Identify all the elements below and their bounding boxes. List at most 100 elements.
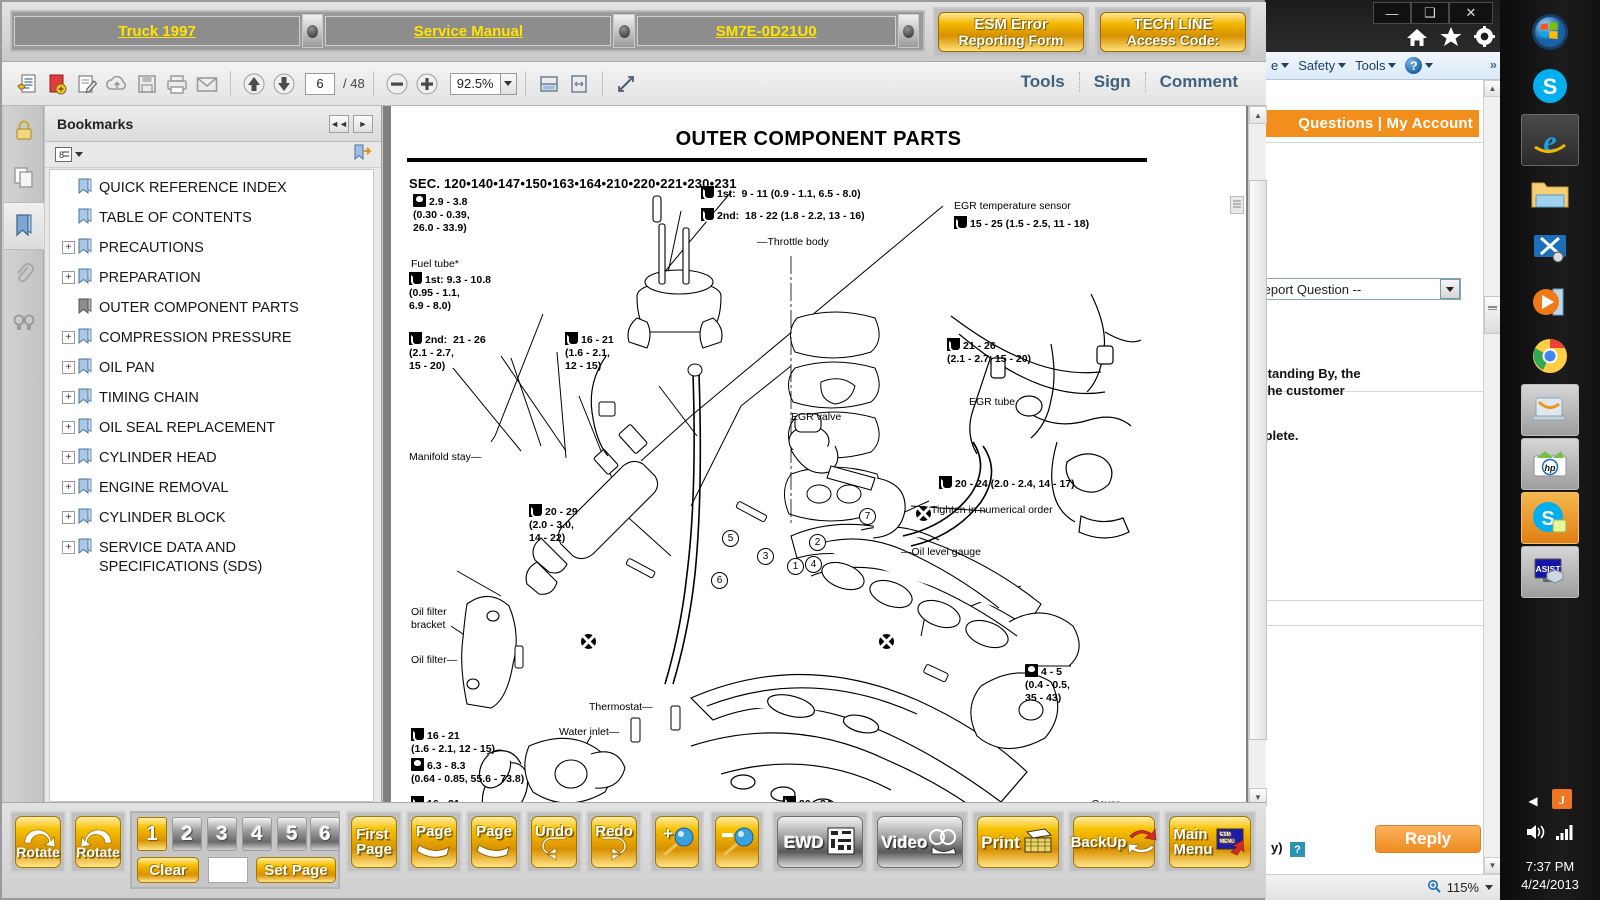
bookmark-item-4[interactable]: OUTER COMPONENT PARTS [50,296,373,326]
page-button-3[interactable]: 3 [207,817,237,851]
show-hidden-icons-icon[interactable]: ◀ [1528,794,1537,808]
scrollbar-thumb[interactable] [1249,180,1267,740]
first-page-button[interactable]: First Page [346,811,402,873]
help-badge[interactable]: ? [1290,842,1305,857]
collapse-all-icon[interactable]: ◄◄ [329,114,349,133]
magnifier-icon[interactable] [1427,879,1441,896]
expand-icon[interactable]: + [62,391,75,404]
signatures-icon[interactable] [4,298,44,346]
breadcrumb-separator-2[interactable] [613,14,635,48]
lock-icon[interactable] [4,106,44,154]
bookmarks-icon[interactable] [4,202,44,250]
java-icon[interactable]: J [1551,789,1572,812]
expand-icon[interactable]: + [62,271,75,284]
hp-support-icon[interactable]: hp [1521,438,1579,490]
sign-button[interactable]: Sign [1080,72,1145,92]
pdf-vertical-scrollbar[interactable]: ▲ ▼ [1248,106,1267,806]
page-button-6[interactable]: 6 [310,817,340,851]
remote-desktop-icon[interactable] [1521,384,1579,436]
favorites-star-icon[interactable] [1440,26,1462,47]
expand-icon[interactable]: ► [353,114,373,133]
page-button-2[interactable]: 2 [172,817,202,851]
bookmark-item-7[interactable]: + TIMING CHAIN [50,386,373,416]
bookmark-item-9[interactable]: + CYLINDER HEAD [50,446,373,476]
close-icon[interactable]: ✕ [1449,2,1493,24]
bookmark-item-0[interactable]: QUICK REFERENCE INDEX [50,176,373,206]
asist-icon[interactable]: ASIST [1521,546,1579,598]
skype-running-icon[interactable]: S [1521,492,1579,544]
bookmark-list[interactable]: QUICK REFERENCE INDEX TABLE OF CONTENTS +… [49,169,374,802]
page-input-field[interactable] [208,857,248,883]
command-bar-item-help[interactable]: ? [1405,57,1434,74]
print-button[interactable]: Print [972,811,1064,873]
undo-button[interactable]: Undo [526,811,582,873]
page-panel-grip[interactable] [1230,196,1244,214]
bookmark-item-12[interactable]: + SERVICE DATA AND SPECIFICATIONS (SDS) [50,536,373,586]
skype-icon[interactable]: S [1521,60,1579,112]
start-orb-icon[interactable] [1521,6,1579,58]
page-button-5[interactable]: 5 [277,817,307,851]
expand-icon[interactable]: + [62,541,75,554]
windows-explorer-icon[interactable] [1521,168,1579,220]
page-thumbnails-icon[interactable] [4,154,44,202]
expand-icon[interactable]: + [62,241,75,254]
chevron-down-icon[interactable] [1440,279,1460,299]
rotate-ccw-button[interactable]: Rotate [10,811,66,873]
network-icon[interactable] [1555,823,1575,844]
bookmark-item-6[interactable]: + OIL PAN [50,356,373,386]
scroll-down-icon[interactable]: ▼ [1484,857,1501,874]
taskbar-clock[interactable]: 7:37 PM 4/24/2013 [1500,858,1600,894]
clear-button[interactable]: Clear [137,857,199,883]
redo-button[interactable]: Redo [586,811,642,873]
attachments-icon[interactable] [4,250,44,298]
command-bar-item-page[interactable]: e [1271,58,1290,73]
open-file-icon[interactable] [12,69,42,99]
page-number-input[interactable]: 6 [305,72,335,95]
breadcrumb-separator-1[interactable] [302,14,324,48]
zoom-level-label[interactable]: 115% [1447,880,1479,895]
save-icon[interactable] [132,69,162,99]
minimize-icon[interactable]: — [1373,2,1411,24]
chevron-down-icon[interactable] [1485,885,1493,890]
email-icon[interactable] [192,69,222,99]
internet-explorer-icon[interactable]: e [1521,114,1579,166]
home-icon[interactable] [1406,27,1428,47]
breadcrumb-separator-3[interactable] [897,14,920,48]
expand-icon[interactable]: + [62,331,75,344]
zoom-in-button[interactable]: + [650,811,704,873]
fullscreen-icon[interactable] [611,69,641,99]
zoom-out-button[interactable] [710,811,764,873]
bookmark-item-8[interactable]: + OIL SEAL REPLACEMENT [50,416,373,446]
expand-icon[interactable]: + [62,451,75,464]
reply-button[interactable]: Reply [1375,825,1481,853]
scroll-up-icon[interactable]: ▲ [1484,80,1501,97]
esm-error-reporting-form-button[interactable]: ESM Error Reporting Form [933,7,1089,57]
page-button-1[interactable]: 1 [137,817,167,851]
comment-button[interactable]: Comment [1146,72,1252,92]
site-nav-bar[interactable]: Questions | My Account [1259,110,1479,137]
prev-page-button[interactable]: Page [406,811,462,873]
tools-button[interactable]: Tools [1007,72,1079,92]
scrollbar-thumb[interactable] [1484,296,1501,334]
windows-media-player-icon[interactable] [1521,276,1579,328]
zoom-in-icon[interactable] [412,69,442,99]
bookmark-item-3[interactable]: + PREPARATION [50,266,373,296]
browser-scrollbar[interactable]: ▲ ▼ [1483,80,1501,874]
tech-line-access-code-button[interactable]: TECH LINE Access Code: [1095,7,1251,57]
volume-icon[interactable] [1525,823,1547,844]
bookmark-item-1[interactable]: TABLE OF CONTENTS [50,206,373,236]
report-question-select[interactable]: -- Report Question -- [1233,278,1461,300]
command-bar-item-safety[interactable]: Safety [1298,58,1347,73]
edit-pdf-icon[interactable] [72,69,102,99]
command-bar-item-tools[interactable]: Tools [1355,58,1397,73]
next-page-button[interactable]: Page [466,811,522,873]
options-menu-icon[interactable]: 8 [55,147,83,162]
bookmark-item-10[interactable]: + ENGINE REMOVAL [50,476,373,506]
zoom-out-icon[interactable] [382,69,412,99]
zoom-level-combo[interactable]: 92.5% [449,72,517,95]
set-page-button[interactable]: Set Page [256,857,336,883]
ewd-button[interactable]: EWD [772,811,868,873]
restore-icon[interactable]: ❑ [1411,2,1449,24]
cloud-upload-icon[interactable] [102,69,132,99]
scroll-up-icon[interactable]: ▲ [1249,106,1267,124]
